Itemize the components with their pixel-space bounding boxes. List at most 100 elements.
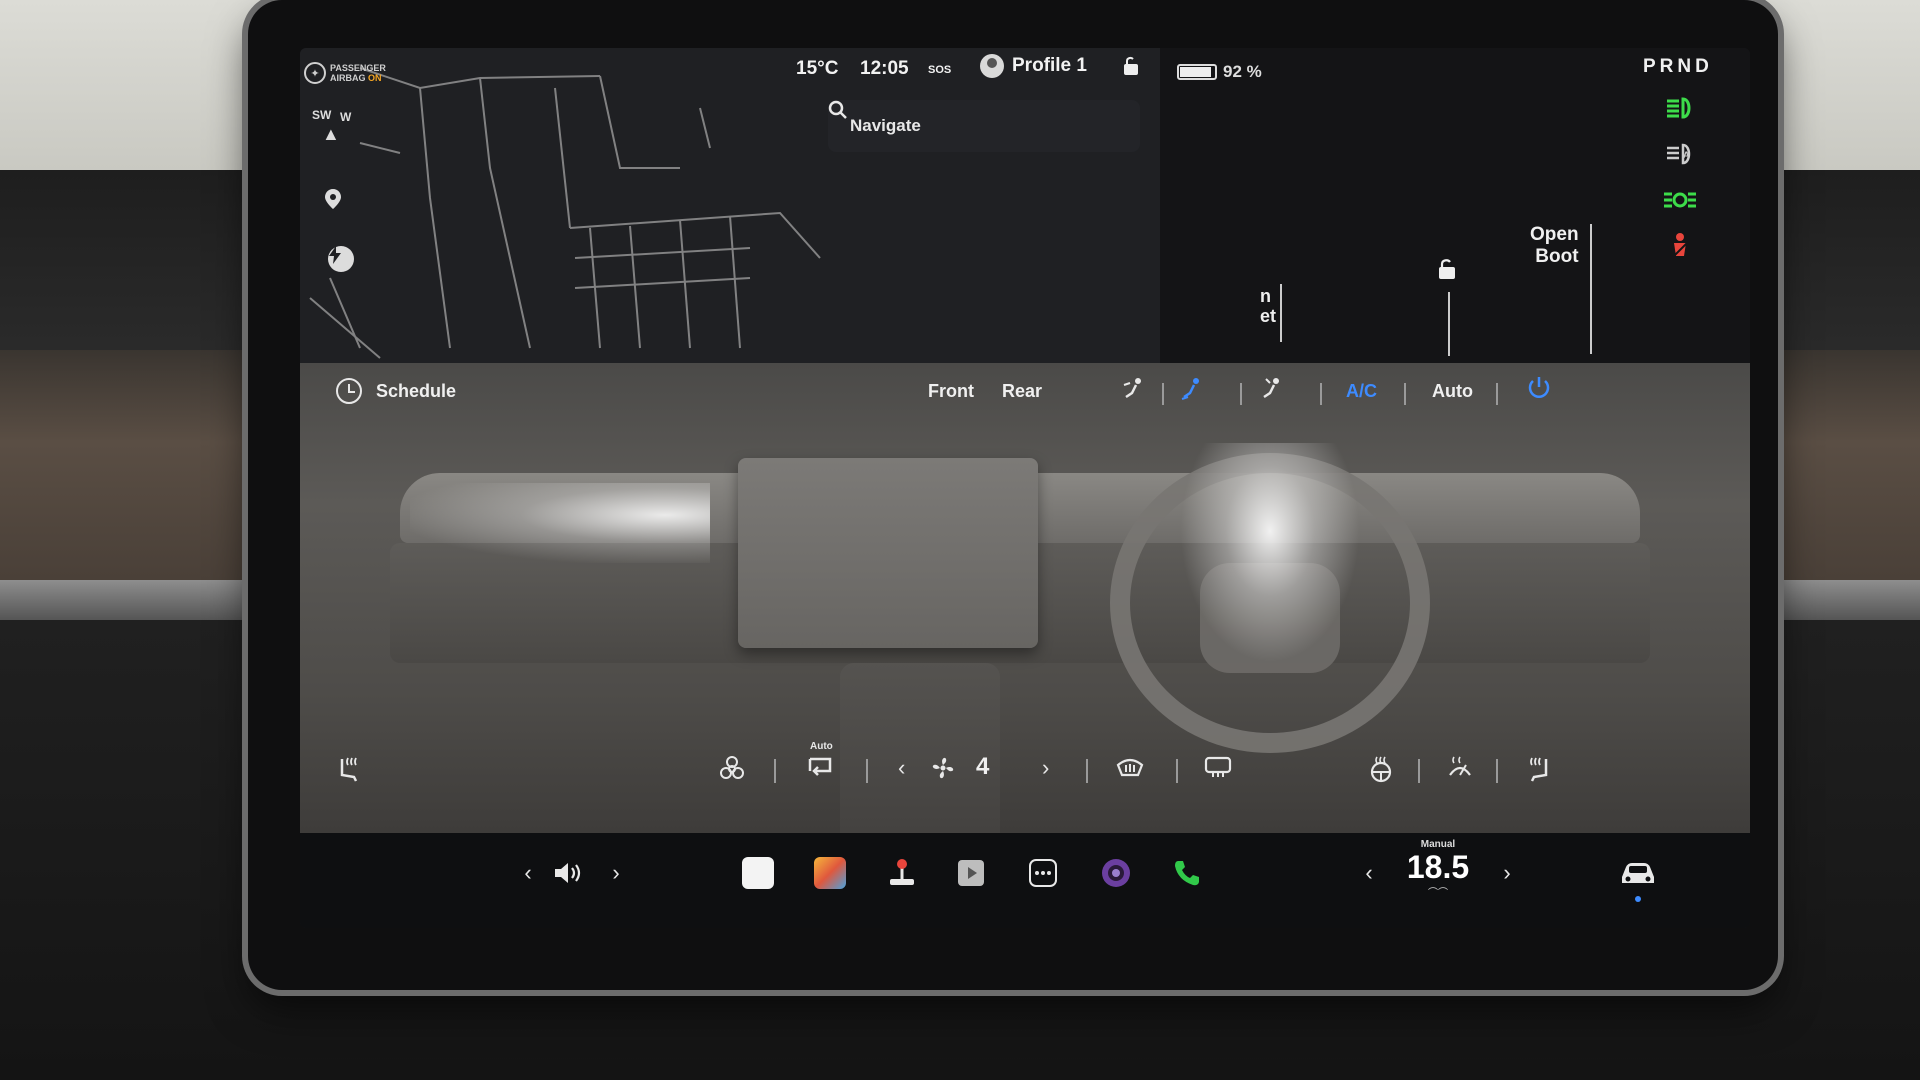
chevron-left-icon: ‹ <box>898 755 906 780</box>
fan-increase-button[interactable]: › <box>1042 755 1049 781</box>
charging-button[interactable] <box>328 246 354 272</box>
passenger-airbag-indicator: ✦ PASSENGER AIRBAG ON <box>304 62 386 84</box>
lock-icon <box>1124 56 1138 75</box>
navigate-label: Navigate <box>850 116 921 135</box>
more-apps-button[interactable] <box>1028 853 1058 893</box>
navigate-search-bar[interactable]: Navigate <box>828 100 1140 152</box>
headlight-icon[interactable] <box>1660 88 1700 128</box>
fan-decrease-button[interactable]: ‹ <box>898 755 905 781</box>
phone-icon <box>1175 861 1199 886</box>
fan-icon <box>930 755 956 787</box>
schedule-button[interactable]: Schedule <box>336 378 456 404</box>
open-boot-button[interactable]: Open Boot <box>1530 224 1579 268</box>
lock-button[interactable] <box>1122 56 1140 82</box>
more-icon <box>1029 859 1057 887</box>
volume-up-button[interactable]: › <box>606 853 626 893</box>
airflow-feet-button[interactable] <box>1180 377 1204 408</box>
auto-climate-button[interactable]: Auto <box>1432 381 1473 402</box>
volume-button[interactable] <box>550 853 590 893</box>
lightning-icon <box>329 246 341 264</box>
driver-seat-heater-button[interactable] <box>336 755 362 789</box>
seat-heater-icon <box>1530 757 1548 782</box>
separator <box>1086 759 1088 783</box>
rear-defrost-button[interactable] <box>1204 755 1232 785</box>
airbag-state: ON <box>368 73 382 83</box>
search-icon <box>828 100 847 119</box>
sos-indicator[interactable]: SOS <box>928 64 951 76</box>
seatbelt-warning-icon <box>1660 226 1700 266</box>
temp-increase-button[interactable]: › <box>1498 853 1516 893</box>
boot-pointer-line <box>1590 224 1592 354</box>
app-arcade[interactable] <box>886 853 918 893</box>
compass[interactable]: SW W ▲ <box>310 108 354 168</box>
separator <box>1240 383 1242 405</box>
svg-text:A: A <box>1683 150 1690 160</box>
car-icon <box>1622 863 1654 883</box>
battery-indicator: 92 % <box>1177 62 1262 82</box>
battery-fill <box>1180 67 1212 77</box>
car-status-dot <box>1635 896 1641 902</box>
volume-down-button[interactable]: ‹ <box>518 853 538 893</box>
recirculation-button[interactable] <box>806 755 834 785</box>
app-toybox[interactable] <box>814 853 846 893</box>
frunk-pointer-line <box>1280 284 1282 342</box>
wiper-heater-button[interactable] <box>1446 755 1474 787</box>
temp-value: 18.5 <box>1406 849 1470 885</box>
separator <box>1404 383 1406 405</box>
profile-button[interactable]: Profile 1 <box>980 54 1087 78</box>
battery-icon <box>1177 64 1217 80</box>
front-defrost-icon <box>1116 758 1144 777</box>
pin-button[interactable] <box>324 188 358 222</box>
cabin-temperature[interactable]: Manual 18.5 ⌒⌒ <box>1378 839 1498 899</box>
steering-wheel-heater-button[interactable] <box>1368 755 1394 789</box>
outside-temperature: 15°C <box>796 58 839 79</box>
airbag-label-line1: PASSENGER <box>330 63 386 73</box>
airflow-face-button[interactable] <box>1122 377 1146 408</box>
vehicle-indicators: A <box>1660 88 1720 272</box>
biohazard-icon <box>720 756 744 779</box>
separator <box>1418 759 1420 783</box>
front-defrost-button[interactable] <box>1116 755 1144 785</box>
gear-indicator[interactable]: PRND <box>1643 56 1713 78</box>
charge-port-lock-icon[interactable] <box>1436 258 1458 286</box>
separator <box>1496 383 1498 405</box>
chevron-right-icon: › <box>612 860 620 885</box>
recirculation-icon <box>808 757 832 776</box>
temp-decrease-button[interactable]: ‹ <box>1360 853 1378 893</box>
app-notes[interactable] <box>742 853 774 893</box>
auto-high-beam-icon[interactable]: A <box>1660 134 1700 174</box>
schedule-label: Schedule <box>376 380 457 401</box>
separator <box>1496 759 1498 783</box>
app-phone[interactable] <box>1172 853 1202 893</box>
climate-power-button[interactable] <box>1526 375 1552 406</box>
map-roads <box>309 67 821 359</box>
compass-arrow-icon: ▲ <box>322 124 340 144</box>
toybox-app-icon <box>814 857 846 889</box>
wiper-heater-icon <box>1449 756 1471 776</box>
app-theater[interactable] <box>956 853 986 893</box>
car-settings-button[interactable] <box>1618 853 1658 893</box>
separator <box>866 759 868 783</box>
open-frunk-label[interactable]: n et <box>1260 286 1276 326</box>
rear-tab[interactable]: Rear <box>1002 381 1042 402</box>
airflow-screen-button[interactable] <box>1260 377 1284 408</box>
open-frunk-line1: n <box>1260 286 1271 306</box>
separator <box>774 759 776 783</box>
bioweapon-defense-button[interactable] <box>718 755 746 789</box>
front-tab[interactable]: Front <box>928 381 974 402</box>
open-boot-line2: Boot <box>1535 246 1579 267</box>
map-view[interactable]: ✦ PASSENGER AIRBAG ON SW W ▲ Navigate <box>300 48 1160 363</box>
ac-button[interactable]: A/C <box>1346 381 1377 402</box>
passenger-airbag-icon: ✦ <box>304 62 326 84</box>
passenger-seat-heater-button[interactable] <box>1526 755 1552 789</box>
climate-controls-bar: Auto ‹ 4 › <box>300 741 1750 803</box>
passenger-airflow-adjust[interactable] <box>410 483 710 563</box>
app-camera[interactable] <box>1100 853 1132 893</box>
seat-heater-status-icon: ⌒⌒ <box>1428 888 1448 899</box>
airflow-face-icon <box>1123 378 1141 399</box>
chevron-left-icon: ‹ <box>1365 860 1373 885</box>
chevron-left-icon: ‹ <box>524 860 532 885</box>
pin-icon <box>325 189 341 209</box>
driver-airflow-adjust[interactable] <box>1180 443 1360 663</box>
parking-light-icon[interactable] <box>1660 180 1700 220</box>
